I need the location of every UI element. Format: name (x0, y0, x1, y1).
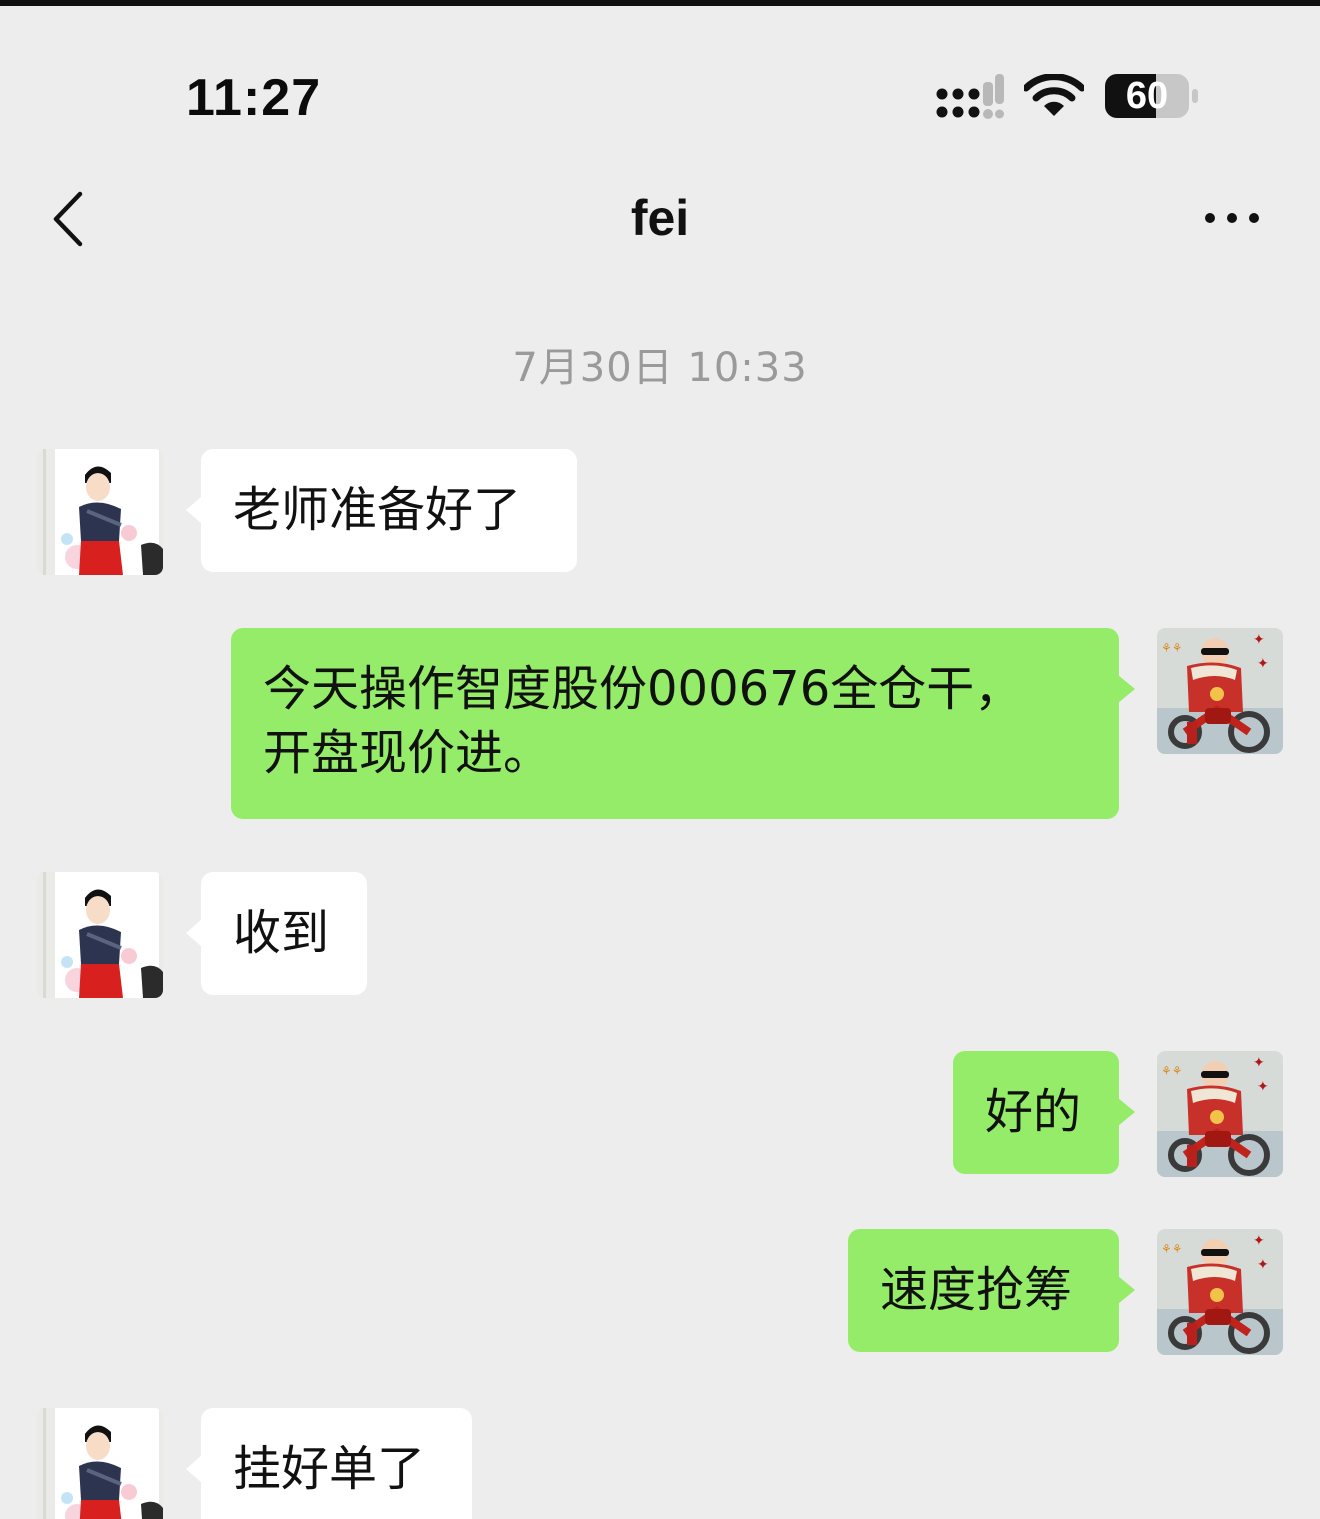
message-text: 今天操作智度股份000676全仓干，开盘现价进。 (263, 661, 1023, 781)
contact-avatar[interactable] (37, 1408, 163, 1519)
incoming-message-bubble[interactable]: 收到 (186, 872, 367, 995)
self-avatar[interactable] (1157, 628, 1283, 754)
incoming-message-bubble[interactable]: 老师准备好了 (186, 449, 577, 572)
message-text: 收到 (233, 905, 330, 961)
contact-avatar[interactable] (37, 449, 163, 575)
battery-level-text: 60 (1125, 75, 1169, 117)
chat-timestamp: 7月30日 10:33 (512, 345, 808, 391)
outgoing-message-bubble[interactable]: 好的 (953, 1051, 1135, 1174)
more-dots-icon[interactable] (1196, 204, 1268, 232)
message-text: 挂好单了 (233, 1441, 426, 1497)
chat-title: fei (630, 190, 690, 246)
outgoing-message-bubble[interactable]: 今天操作智度股份000676全仓干，开盘现价进。 (231, 628, 1135, 819)
message-text: 老师准备好了 (233, 482, 522, 538)
message-text: 好的 (985, 1084, 1082, 1140)
self-avatar[interactable] (1157, 1229, 1283, 1355)
message-text: 速度抢筹 (880, 1262, 1073, 1318)
outgoing-message-bubble[interactable]: 速度抢筹 (848, 1229, 1135, 1352)
wifi-icon (1024, 74, 1084, 116)
incoming-message-bubble[interactable]: 挂好单了 (186, 1408, 472, 1519)
contact-avatar[interactable] (37, 872, 163, 998)
top-edge (0, 0, 1320, 6)
status-time: 11:27 (186, 69, 322, 127)
self-avatar[interactable] (1157, 1051, 1283, 1177)
battery-icon: 60 (1104, 72, 1200, 120)
cellular-signal-icon (936, 74, 1004, 119)
